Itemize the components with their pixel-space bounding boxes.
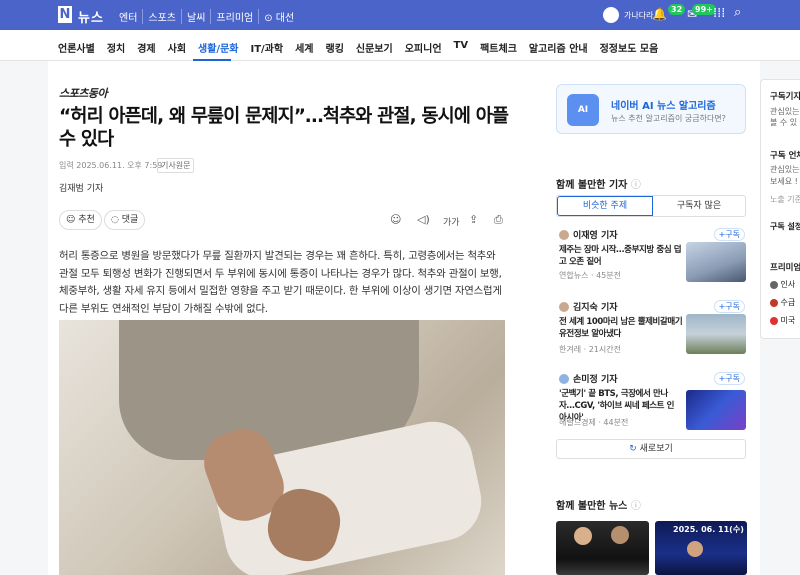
nav-premium[interactable]: 프리미엄 xyxy=(210,9,258,24)
smile-icon: ☺ xyxy=(66,215,76,225)
subscription-panel: 구독기자 관심있는 볼 수 있 구독 언채 관심있는 보세요 ! 노출 기준 &… xyxy=(760,79,800,339)
tab-politics[interactable]: 정치 xyxy=(107,40,125,55)
info-icon: ⓘ xyxy=(630,501,641,512)
original-link[interactable]: 기사원문 xyxy=(157,158,195,173)
service-nav: 엔터 스포츠 날씨 프리미엄 ⊙ 대선 xyxy=(114,9,299,24)
reporter-thumbnail[interactable] xyxy=(686,390,746,430)
nav-election[interactable]: ⊙ 대선 xyxy=(258,9,299,24)
subscribe-button[interactable]: +구독 xyxy=(713,372,745,385)
channel-icon xyxy=(770,298,778,307)
nav-weather[interactable]: 날씨 xyxy=(181,9,210,24)
author-name[interactable]: 김재범 기자 xyxy=(59,181,103,194)
tab-algorithm[interactable]: 알고리즘 안내 xyxy=(529,40,588,55)
refresh-button[interactable]: ↻ 새로보기 xyxy=(556,439,746,459)
reporter-avatar xyxy=(559,301,569,312)
tab-tv[interactable]: TV xyxy=(454,40,469,55)
reporter-headline[interactable]: 제주는 장마 시작…중부지방 중심 덥고 오존 짙어 xyxy=(559,244,683,268)
reporter-meta: 헤럴드경제 · 44분전 xyxy=(559,418,629,427)
tab-it-science[interactable]: IT/과학 xyxy=(250,40,283,55)
tab-life-culture[interactable]: 생활/문화 xyxy=(198,40,238,55)
news-brand[interactable]: 뉴스 xyxy=(78,7,104,26)
news-thumbnail[interactable]: 2025. 06. 11(수) xyxy=(655,521,747,575)
nav-entertainment[interactable]: 엔터 xyxy=(114,9,142,24)
apps-grid-icon[interactable]: ⁞⁞⁞ xyxy=(713,6,725,21)
reporter-thumbnail[interactable] xyxy=(686,242,746,282)
print-icon[interactable]: ⎙ xyxy=(494,213,503,227)
notification-badge: 32 xyxy=(668,4,686,15)
reporter-filter: 비슷한 주제 구독자 많은 xyxy=(556,195,746,217)
info-icon: ⓘ xyxy=(630,180,641,191)
text-size-button[interactable]: 가가 xyxy=(443,215,460,228)
tab-world[interactable]: 세계 xyxy=(295,40,313,55)
tab-society[interactable]: 사회 xyxy=(168,40,186,55)
panel-title-reporters: 구독기자 xyxy=(770,92,800,102)
tab-factcheck[interactable]: 팩트체크 xyxy=(480,40,517,55)
share-icon[interactable]: ⇪ xyxy=(469,213,478,226)
summary-bot-icon[interactable]: ☺ xyxy=(390,213,401,226)
panel-title-channels: 구독 언채 xyxy=(770,151,800,161)
section-title-news: 함께 볼만한 뉴스 ⓘ xyxy=(556,501,641,512)
tab-opinion[interactable]: 오피니언 xyxy=(405,40,442,55)
avatar[interactable] xyxy=(603,7,619,23)
tab-ranking[interactable]: 랭킹 xyxy=(326,40,344,55)
subscribe-button[interactable]: +구독 xyxy=(713,228,745,241)
article-body: 허리 통증으로 병원을 방문했다가 무릎 질환까지 발견되는 경우는 꽤 흔하다… xyxy=(59,250,502,315)
channel-icon xyxy=(770,316,778,325)
comment-button[interactable]: ◌ 댓글 xyxy=(104,210,146,230)
article-title: “허리 아픈데, 왜 무릎이 문제지”…척추와 관절, 동시에 아플 수 있다 xyxy=(59,106,509,150)
panel-title-premium: 프리미엄 xyxy=(770,263,800,273)
reporter-card[interactable]: 이재영 기자 +구독 제주는 장마 시작…중부지방 중심 덥고 오존 짙어 연합… xyxy=(559,228,747,282)
news-thumbnail[interactable] xyxy=(556,521,649,575)
nav-sports[interactable]: 스포츠 xyxy=(142,9,181,24)
article-date: 입력 2025.06.11. 오후 7:59 xyxy=(59,161,163,170)
tab-most-subscribed[interactable]: 구독자 많은 xyxy=(653,196,745,216)
reporter-card[interactable]: 손미정 기자 +구독 '군백기' 끝 BTS, 극장에서 만나자…CGV, '하… xyxy=(559,372,747,430)
subscription-settings[interactable]: 구독 설정 xyxy=(770,221,800,232)
reporter-thumbnail[interactable] xyxy=(686,314,746,354)
channel-icon xyxy=(770,280,778,289)
tab-economy[interactable]: 경제 xyxy=(137,40,155,55)
ai-algorithm-banner[interactable]: AI 네이버 AI 뉴스 알고리즘 뉴스 추천 알고리즘이 궁금하다면? xyxy=(556,84,746,134)
news-thumb-date: 2025. 06. 11(수) xyxy=(673,525,744,534)
reporter-headline[interactable]: 전 세계 100마리 남은 뿔제비갈매기 유전정보 알아냈다 xyxy=(559,316,683,340)
ai-icon: AI xyxy=(567,94,599,126)
category-nav: 언론사별 정치 경제 사회 생활/문화 IT/과학 세계 랭킹 신문보기 오피니… xyxy=(0,30,800,61)
reporter-meta: 한겨레 · 21시간전 xyxy=(559,345,621,354)
reporter-meta: 연합뉴스 · 45분전 xyxy=(559,271,621,280)
top-bar: N 뉴스 엔터 스포츠 날씨 프리미엄 ⊙ 대선 가나다라 🔔 32 ✉ 99+… xyxy=(0,0,800,30)
reporter-avatar xyxy=(559,373,569,384)
tab-press[interactable]: 언론사별 xyxy=(58,40,95,55)
ai-banner-title: 네이버 AI 뉴스 알고리즘 xyxy=(611,101,716,112)
refresh-icon: ↻ xyxy=(629,444,637,454)
section-title-reporters: 함께 볼만한 기자 ⓘ xyxy=(556,180,641,191)
tab-newspaper[interactable]: 신문보기 xyxy=(356,40,393,55)
naver-logo[interactable]: N xyxy=(58,6,72,23)
search-icon[interactable]: ⌕ xyxy=(734,5,741,20)
recommend-button[interactable]: ☺ 추천 xyxy=(59,210,102,230)
reporter-avatar xyxy=(559,229,569,240)
press-logo[interactable]: 스포츠동아 xyxy=(59,85,108,101)
speaker-icon[interactable]: ◁) xyxy=(417,213,430,226)
subscribe-button[interactable]: +구독 xyxy=(713,300,745,313)
comment-icon: ◌ xyxy=(111,215,119,225)
reporter-card[interactable]: 김지숙 기자 +구독 전 세계 100마리 남은 뿔제비갈매기 유전정보 알아냈… xyxy=(559,300,747,354)
ai-banner-subtitle: 뉴스 추천 알고리즘이 궁금하다면? xyxy=(611,114,726,123)
tab-similar-topic[interactable]: 비슷한 주제 xyxy=(557,196,653,216)
username[interactable]: 가나다라 xyxy=(624,10,653,21)
tab-corrections[interactable]: 정정보도 모음 xyxy=(600,40,659,55)
bell-icon[interactable]: 🔔 xyxy=(652,7,667,21)
article-photo xyxy=(59,320,505,575)
